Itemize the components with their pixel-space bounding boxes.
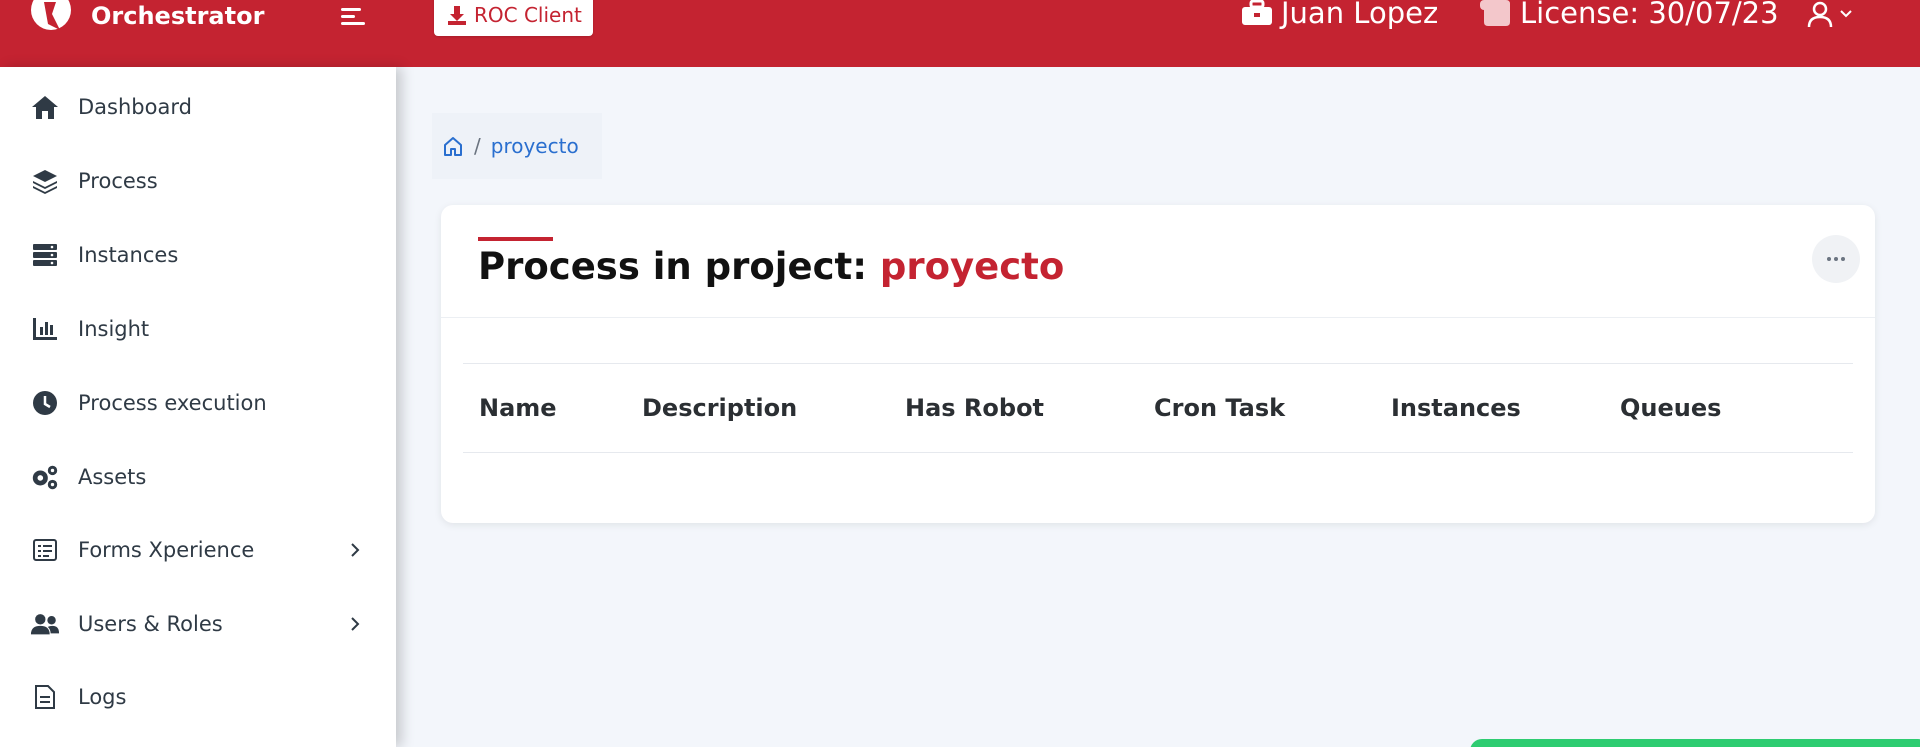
- notification-toast[interactable]: [1470, 739, 1920, 747]
- chevron-down-icon: [1840, 10, 1852, 18]
- column-header-name[interactable]: Name: [479, 394, 557, 422]
- sidebar-item-insight[interactable]: Insight: [0, 299, 396, 359]
- menu-toggle-icon[interactable]: [341, 6, 365, 28]
- server-icon: [30, 240, 60, 270]
- briefcase-icon: [1242, 0, 1272, 25]
- sidebar-item-label: Instances: [78, 243, 179, 267]
- download-icon: [448, 6, 466, 25]
- home-icon: [30, 92, 60, 122]
- process-table-header: Name Description Has Robot Cron Task Ins…: [463, 363, 1853, 453]
- account-menu[interactable]: [1806, 0, 1854, 28]
- sidebar-item-process-execution[interactable]: Process execution: [0, 373, 396, 433]
- roc-client-label: ROC Client: [474, 3, 582, 27]
- sidebar-item-label: Users & Roles: [78, 612, 223, 636]
- sidebar-item-dashboard[interactable]: Dashboard: [0, 77, 396, 137]
- license-info: License: 30/07/23: [1478, 0, 1779, 30]
- sidebar-item-label: Insight: [78, 317, 150, 341]
- sidebar-item-logs[interactable]: Logs: [0, 667, 396, 727]
- user-icon: [1807, 1, 1833, 28]
- sidebar-item-label: Forms Xperience: [78, 538, 255, 562]
- breadcrumb: / proyecto: [432, 113, 602, 179]
- column-header-queues[interactable]: Queues: [1620, 394, 1721, 422]
- column-header-description[interactable]: Description: [642, 394, 797, 422]
- sidebar-item-label: Process execution: [78, 391, 267, 415]
- breadcrumb-current[interactable]: proyecto: [491, 134, 579, 158]
- sidebar-item-forms-xperience[interactable]: Forms Xperience: [0, 520, 396, 580]
- chevron-right-icon: [351, 543, 360, 557]
- title-accent-bar: [478, 237, 553, 241]
- more-options-button[interactable]: [1812, 235, 1860, 283]
- sidebar-item-label: Logs: [78, 685, 127, 709]
- chevron-right-icon: [351, 617, 360, 631]
- home-icon[interactable]: [442, 135, 464, 157]
- document-icon: [30, 682, 60, 712]
- current-user: Juan Lopez: [1241, 0, 1438, 30]
- license-text: License: 30/07/23: [1520, 0, 1779, 30]
- gears-icon: [30, 462, 60, 492]
- sidebar-item-label: Dashboard: [78, 95, 192, 119]
- user-name: Juan Lopez: [1281, 0, 1439, 30]
- column-header-cron-task[interactable]: Cron Task: [1154, 394, 1285, 422]
- app-name: Orchestrator: [91, 2, 265, 30]
- rocket-logo-icon: [31, 0, 71, 30]
- layers-icon: [30, 166, 60, 196]
- roc-client-download-button[interactable]: ROC Client: [434, 0, 593, 36]
- top-bar: Orchestrator ROC Client Juan Lopez Licen…: [0, 0, 1920, 67]
- sidebar: Dashboard Process Instances Insight Proc…: [0, 67, 396, 747]
- sidebar-item-instances[interactable]: Instances: [0, 225, 396, 285]
- sidebar-item-label: Assets: [78, 465, 147, 489]
- sidebar-item-assets[interactable]: Assets: [0, 447, 396, 507]
- scroll-icon: [1480, 0, 1510, 26]
- sidebar-item-label: Process: [78, 169, 158, 193]
- brand[interactable]: Orchestrator: [0, 0, 396, 67]
- sidebar-item-process[interactable]: Process: [0, 151, 396, 211]
- bar-chart-icon: [30, 314, 60, 344]
- more-horizontal-icon: [1827, 257, 1845, 261]
- form-list-icon: [30, 535, 60, 565]
- process-card: Process in project: proyecto Name Descri…: [441, 205, 1875, 523]
- users-icon: [30, 609, 60, 639]
- breadcrumb-separator: /: [474, 134, 481, 158]
- page-title-project: proyecto: [879, 245, 1065, 288]
- column-header-instances[interactable]: Instances: [1391, 394, 1521, 422]
- sidebar-item-users-roles[interactable]: Users & Roles: [0, 594, 396, 654]
- clock-icon: [30, 388, 60, 418]
- card-divider: [441, 317, 1875, 318]
- page-title-prefix: Process in project:: [478, 245, 880, 288]
- page-title: Process in project: proyecto: [478, 245, 1064, 288]
- column-header-has-robot[interactable]: Has Robot: [905, 394, 1044, 422]
